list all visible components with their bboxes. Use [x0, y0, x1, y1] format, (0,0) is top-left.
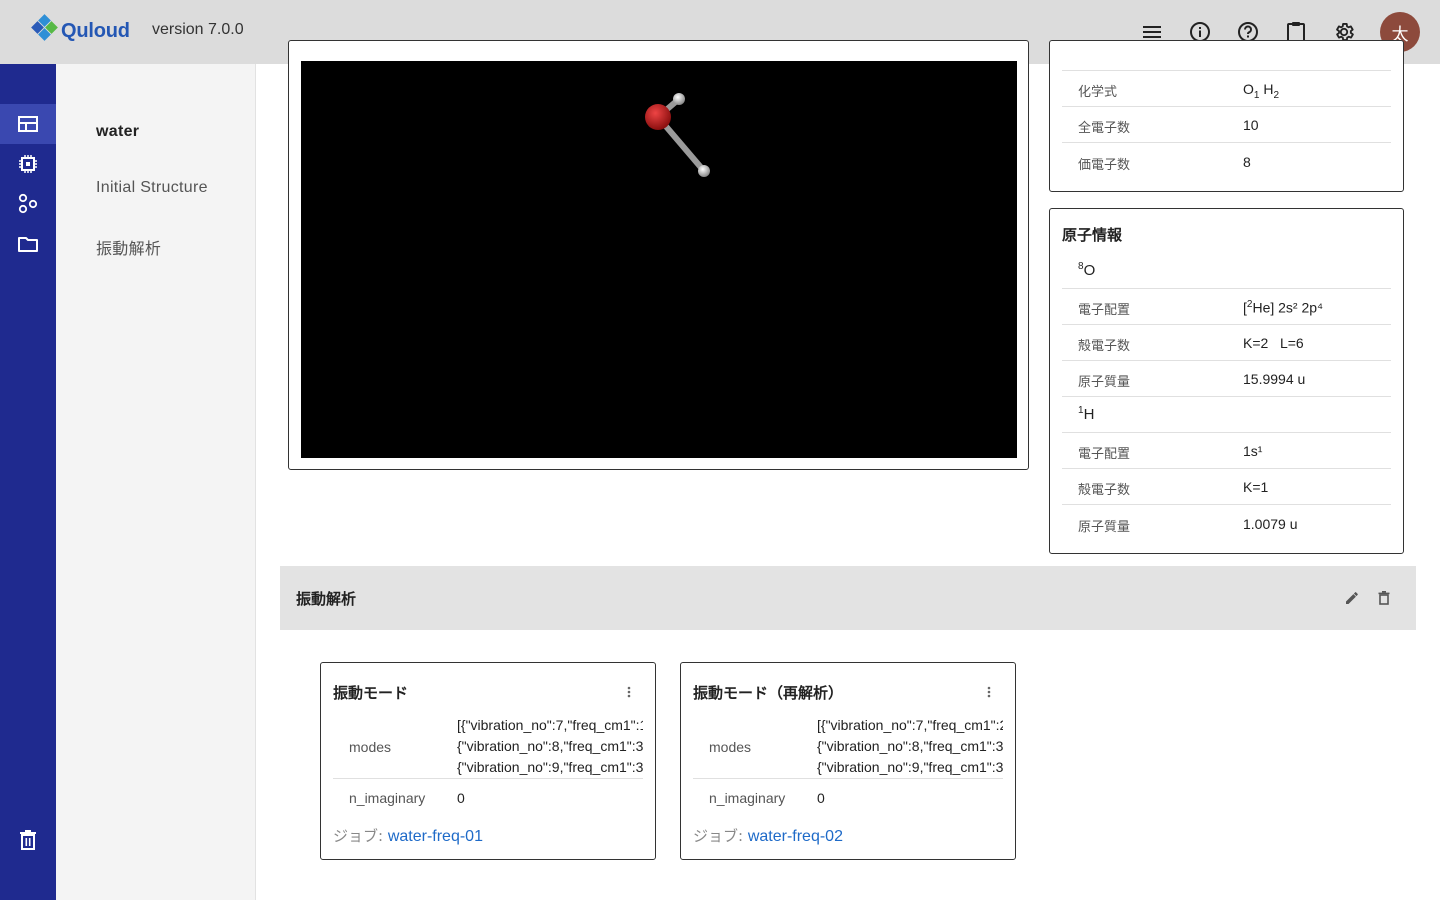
app-logo[interactable]: Quloud	[31, 14, 130, 47]
job-link[interactable]: water-freq-01	[388, 828, 483, 845]
molecule-icon	[18, 193, 38, 214]
oxygen-atom	[645, 104, 671, 130]
n-imaginary-label: n_imaginary	[709, 790, 786, 806]
rail-molecule-button[interactable]	[0, 184, 56, 224]
atom-header-oxygen: 8O	[1062, 253, 1391, 289]
formula-value: O1 H2	[1243, 81, 1280, 101]
card-title: 振動モード	[333, 684, 409, 702]
hydrogen-shell-row: 殻電子数 K=1	[1062, 469, 1391, 505]
rail-folder-button[interactable]	[0, 224, 56, 264]
card-title: 振動モード（再解析）	[693, 684, 844, 702]
job-line: ジョブ: water-freq-02	[693, 827, 843, 845]
atom-header-hydrogen: 1H	[1062, 397, 1391, 433]
molecule-3d-viewer[interactable]	[301, 61, 1017, 458]
left-rail	[0, 64, 56, 900]
folder-icon	[18, 237, 38, 252]
hydrogen-atom	[673, 93, 685, 105]
structure-viewer-card	[288, 40, 1029, 470]
job-line: ジョブ: water-freq-01	[333, 827, 483, 845]
n-imaginary-row: n_imaginary 0	[693, 780, 1003, 816]
vibration-mode-reanalysis-card: 振動モード（再解析） modes [{"vibration_no":7,"fre…	[680, 662, 1016, 860]
app-name: Quloud	[61, 19, 130, 42]
n-imaginary-value: 0	[817, 790, 825, 806]
total-electrons-label: 全電子数	[1078, 121, 1131, 136]
modes-row: modes [{"vibration_no":7,"freq_cm1":1 {"…	[333, 715, 643, 779]
section-title: 振動解析	[296, 590, 357, 608]
rail-chip-button[interactable]	[0, 144, 56, 184]
oxygen-config-row: 電子配置 [2He] 2s² 2p⁴	[1062, 289, 1391, 325]
subnav-item-vibration[interactable]: 振動解析	[96, 235, 161, 259]
valence-electrons-value: 8	[1243, 154, 1251, 170]
modes-value: [{"vibration_no":7,"freq_cm1":2 {"vibrat…	[817, 717, 1003, 775]
info-row-top	[1062, 35, 1391, 71]
modes-label: modes	[349, 739, 392, 755]
info-row-formula: 化学式 O1 H2	[1062, 71, 1391, 107]
oxygen-shell-row: 殻電子数 K=2 L=6	[1062, 325, 1391, 361]
modes-row: modes [{"vibration_no":7,"freq_cm1":2 {"…	[693, 715, 1003, 779]
atom-info-title: 原子情報	[1062, 226, 1123, 244]
oxygen-mass-row: 原子質量 15.9994 u	[1062, 361, 1391, 397]
delete-icon[interactable]	[1374, 588, 1394, 608]
logo-mark-icon	[31, 14, 59, 47]
formula-label: 化学式	[1078, 85, 1118, 100]
version-label: version 7.0.0	[152, 21, 244, 38]
trash-icon	[20, 830, 36, 850]
job-link[interactable]: water-freq-02	[748, 828, 843, 845]
table-icon	[18, 116, 38, 132]
subnav-item-initial-structure[interactable]: Initial Structure	[96, 179, 208, 197]
more-vert-icon[interactable]	[981, 683, 997, 701]
subnav-item-water[interactable]: water	[96, 123, 139, 141]
info-row-total-electrons: 全電子数 10	[1062, 107, 1391, 143]
vibration-mode-card: 振動モード modes [{"vibration_no":7,"freq_cm1…	[320, 662, 656, 860]
molecule-properties-card: 化学式 O1 H2 全電子数 10 価電子数 8	[1049, 40, 1404, 192]
edit-icon[interactable]	[1342, 588, 1362, 608]
n-imaginary-value: 0	[457, 790, 465, 806]
valence-electrons-label: 価電子数	[1078, 158, 1131, 173]
hydrogen-mass-row: 原子質量 1.0079 u	[1078, 516, 1298, 535]
modes-label: modes	[709, 739, 752, 755]
chip-icon	[19, 155, 37, 173]
atom-info-card: 原子情報 8O 電子配置 [2He] 2s² 2p⁴ 殻電子数 K=2 L=6 …	[1049, 208, 1404, 554]
n-imaginary-row: n_imaginary 0	[333, 780, 643, 816]
n-imaginary-label: n_imaginary	[349, 790, 426, 806]
rail-trash-button[interactable]	[0, 820, 56, 860]
modes-value: [{"vibration_no":7,"freq_cm1":1 {"vibrat…	[457, 717, 643, 775]
info-row-valence-electrons: 価電子数 8	[1062, 144, 1391, 180]
hydrogen-config-row: 電子配置 1s¹	[1062, 433, 1391, 469]
sub-navigation: water Initial Structure 振動解析	[56, 64, 256, 900]
total-electrons-value: 10	[1243, 117, 1259, 133]
vibration-section-header: 振動解析	[280, 566, 1416, 630]
rail-table-button[interactable]	[0, 104, 56, 144]
more-vert-icon[interactable]	[621, 683, 637, 701]
hydrogen-atom	[698, 165, 710, 177]
